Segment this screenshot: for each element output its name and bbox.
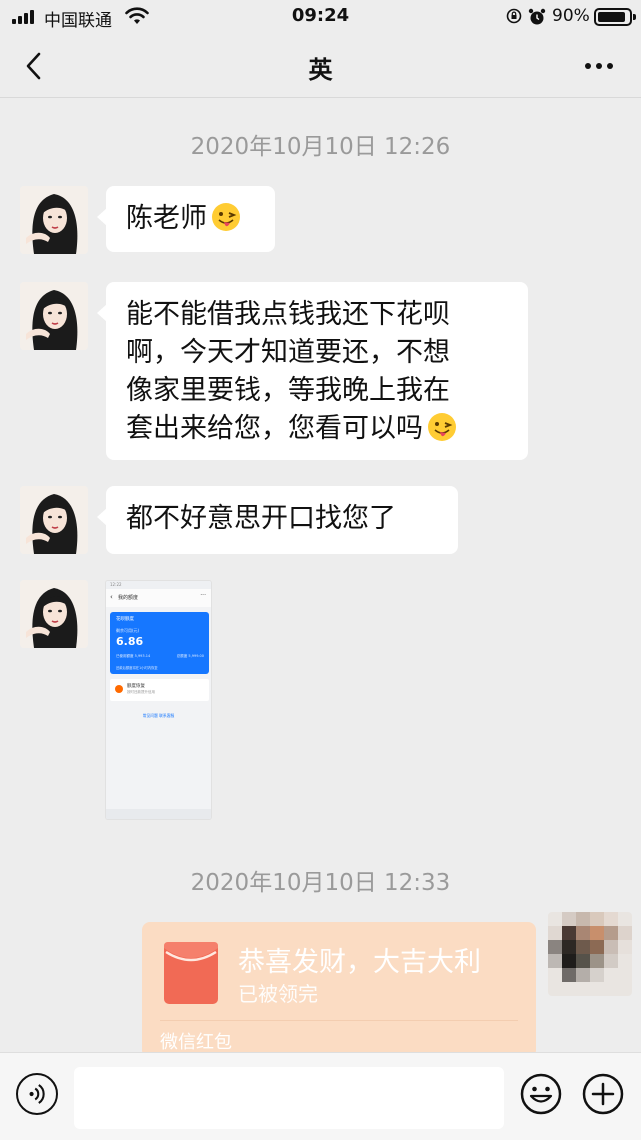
screenshot-page-title: 我的额度	[118, 595, 139, 601]
battery-icon	[594, 8, 636, 26]
message-bubble[interactable]: 能不能借我点钱我还下花呗 啊，今天才知道要还，不想 像家里要钱，等我晚上我在 套…	[97, 282, 528, 460]
screenshot-list-item: 额度恢复 按时还款提升信用	[110, 679, 209, 701]
orientation-lock-icon	[506, 8, 522, 24]
avatar[interactable]	[20, 486, 88, 554]
avatar[interactable]	[20, 186, 88, 254]
alarm-icon	[528, 8, 546, 25]
item-desc: 按时还款提升信用	[127, 690, 155, 694]
plus-circle-icon[interactable]	[582, 1073, 624, 1115]
message-line: 套出来给您，您看可以吗	[126, 413, 423, 444]
screenshot-status-bar: 12:22	[106, 581, 211, 589]
more-dots-icon[interactable]	[584, 62, 614, 70]
screenshot-nav-bar	[106, 809, 211, 819]
credit-card-panel: 花呗额度 剩余可用(元) 6.86 已使用额度 5,993.14 总额度 5,9…	[110, 612, 209, 674]
more-dots-icon: ···	[200, 592, 206, 599]
input-bar	[0, 1052, 641, 1140]
tongue-wink-emoji	[428, 413, 456, 441]
status-bar: 中国联通 09:24 90%	[0, 0, 641, 34]
card-name: 花呗额度	[116, 617, 134, 622]
avatar[interactable]	[20, 282, 88, 350]
message-text: 陈老师	[126, 203, 207, 234]
my-avatar[interactable]	[548, 912, 632, 996]
message-bubble[interactable]: 陈老师	[97, 186, 275, 252]
emoji-smile-icon[interactable]	[520, 1073, 562, 1115]
card-label: 剩余可用(元)	[116, 628, 140, 633]
message-line: 像家里要钱，等我晚上我在	[126, 375, 450, 406]
message-line: 能不能借我点钱我还下花呗	[126, 299, 450, 330]
chat-title: 英	[308, 56, 333, 84]
red-packet-label: 微信红包	[160, 1032, 232, 1053]
total-amount: 总额度 5,999.00	[176, 654, 204, 658]
avatar[interactable]	[20, 580, 88, 648]
used-amount: 已使用额度 5,993.14	[116, 654, 151, 658]
badge-icon	[115, 685, 123, 693]
message-input[interactable]	[74, 1067, 504, 1129]
red-envelope-icon	[164, 942, 218, 1004]
card-note: 还款后额度将在1小时内恢复	[116, 666, 158, 670]
available-amount: 6.86	[116, 635, 144, 648]
red-packet-message[interactable]: 恭喜发财，大吉大利 已被领完 微信红包	[142, 922, 536, 1058]
red-packet-status: 已被领完	[238, 982, 318, 1006]
voice-icon[interactable]	[16, 1073, 58, 1115]
battery-percentage: 90%	[552, 6, 590, 26]
message-line: 啊，今天才知道要还，不想	[126, 337, 450, 368]
screenshot-header: ‹ 我的额度 ···	[106, 589, 211, 607]
item-name: 额度恢复	[127, 684, 145, 689]
nav-bar: 英	[0, 34, 641, 98]
red-packet-title: 恭喜发财，大吉大利	[238, 947, 481, 978]
timestamp: 2020年10月10日 12:26	[190, 134, 451, 160]
chevron-left-icon: ‹	[110, 593, 113, 601]
screenshot-links: 常见问题 联系客服	[142, 713, 175, 718]
image-message[interactable]: 12:22 ‹ 我的额度 ··· 花呗额度 剩余可用(元) 6.86 已使用额度…	[105, 580, 212, 820]
tongue-wink-emoji	[212, 203, 240, 231]
message-bubble[interactable]: 都不好意思开口找您了	[97, 486, 458, 554]
message-text: 都不好意思开口找您了	[126, 503, 396, 534]
divider	[160, 1020, 518, 1021]
timestamp: 2020年10月10日 12:33	[190, 870, 451, 896]
